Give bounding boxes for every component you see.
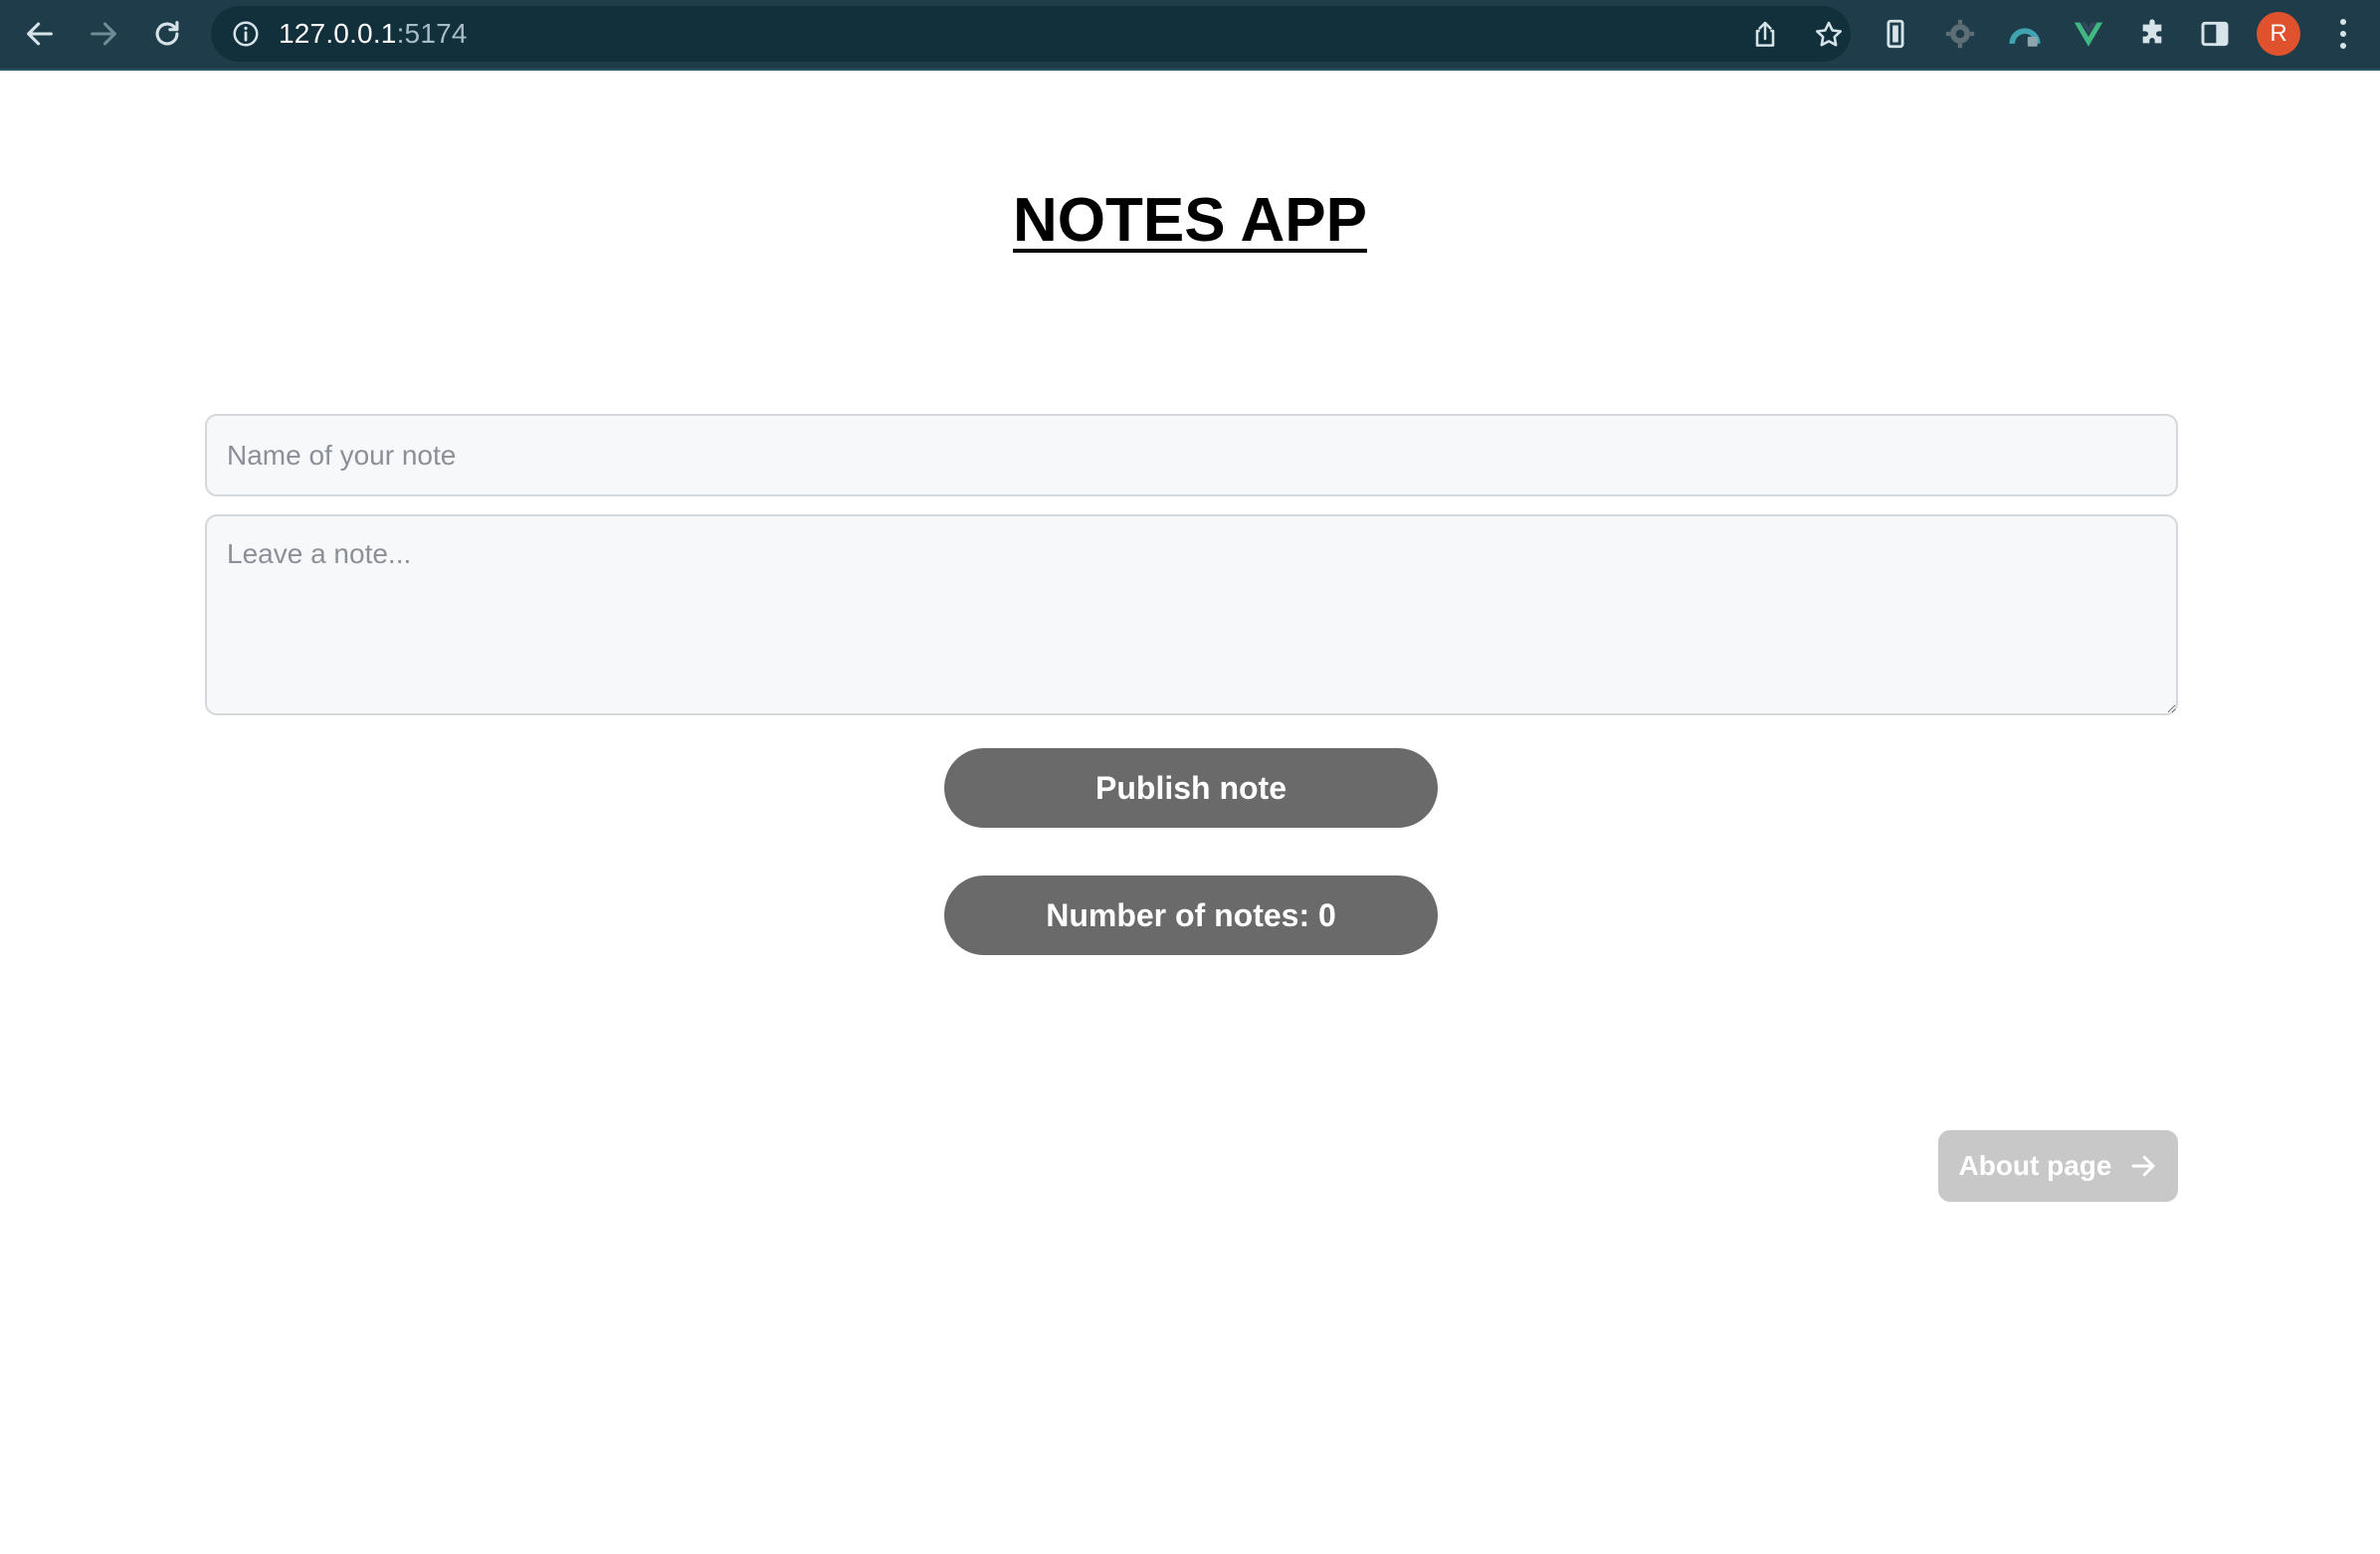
publish-note-button[interactable]: Publish note — [944, 748, 1438, 828]
page-title-text: NOTES APP — [1013, 186, 1367, 255]
more-vert-icon[interactable] — [2328, 12, 2358, 56]
back-button[interactable] — [17, 11, 63, 57]
profile-avatar[interactable]: R — [2257, 12, 2300, 56]
share-icon[interactable] — [1749, 19, 1781, 51]
reload-icon — [155, 21, 179, 46]
notes-count-button[interactable]: Number of notes: 0 — [944, 875, 1438, 955]
about-page-label: About page — [1958, 1150, 2112, 1181]
info-icon[interactable] — [231, 19, 261, 49]
url-text[interactable]: 127.0.0.1:5174 — [279, 6, 468, 62]
address-bar[interactable]: 127.0.0.1:5174 — [211, 6, 1851, 62]
forward-button[interactable] — [81, 11, 126, 57]
gear-extension-icon[interactable] — [1942, 16, 1978, 52]
side-panel-icon[interactable] — [2197, 16, 2233, 52]
url-host: 127.0.0.1 — [279, 18, 397, 49]
arc-extension-icon[interactable] — [2007, 16, 2043, 52]
arrow-right-icon — [2131, 1155, 2154, 1177]
back-arrow-icon — [27, 22, 53, 46]
vue-devtools-icon[interactable] — [2071, 16, 2106, 52]
note-body-textarea[interactable] — [205, 514, 2178, 715]
forward-arrow-icon — [91, 22, 116, 46]
about-page-button[interactable]: About page — [1938, 1130, 2178, 1202]
puzzle-icon[interactable] — [2134, 16, 2170, 52]
note-name-input[interactable] — [205, 414, 2178, 496]
page-title: NOTES APP — [0, 185, 2380, 256]
star-icon[interactable] — [1813, 19, 1845, 51]
browser-toolbar: 127.0.0.1:5174 R — [0, 0, 2380, 71]
phone-frame-icon[interactable] — [1878, 16, 1913, 52]
url-port: :5174 — [396, 18, 468, 49]
reload-button[interactable] — [144, 11, 190, 57]
